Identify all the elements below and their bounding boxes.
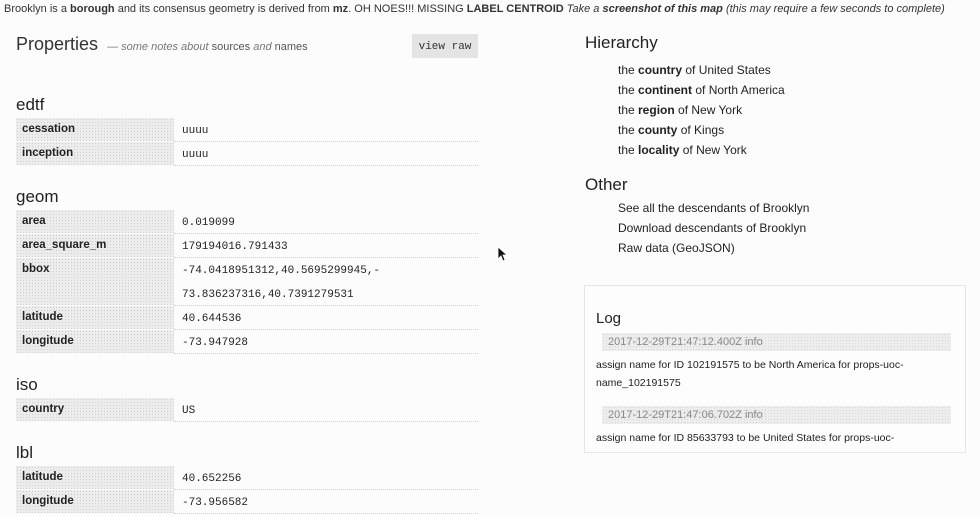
property-value: 0.019099: [174, 210, 478, 234]
property-value: US: [174, 398, 478, 422]
section-title-edtf: edtf: [16, 95, 45, 114]
download-descendants-link[interactable]: Download descendants of Brooklyn: [618, 218, 970, 238]
placetype: borough: [70, 3, 115, 15]
properties-header: Properties — some notes about sources an…: [16, 30, 478, 60]
log-entry: 2017-12-29T21:47:12.400Z info assign nam…: [596, 333, 951, 392]
hierarchy-item[interactable]: the locality of New York: [618, 140, 970, 160]
section-title-lbl: lbl: [16, 443, 34, 462]
hierarchy-item[interactable]: the continent of North America: [618, 80, 970, 100]
log-entry: 2017-12-29T21:47:06.702Z info assign nam…: [596, 406, 951, 447]
mouse-cursor-icon: [497, 246, 507, 262]
place-name: Brooklyn: [4, 3, 47, 15]
log-message: assign name for ID 85633793 to be United…: [596, 432, 895, 444]
properties-note: — some notes about sources and names: [107, 41, 308, 53]
property-value: -73.947928: [174, 330, 478, 354]
geometry-source: mz: [332, 3, 349, 15]
edtf-table: cessation uuuu inception uuuu: [16, 118, 478, 166]
summary-bar: Brooklyn is a borough and its consensus …: [4, 3, 945, 15]
properties-title: Properties: [16, 34, 99, 54]
property-value: -74.0418951312,40.5695299945,- 73.8362373…: [174, 258, 478, 306]
property-key: longitude: [16, 490, 174, 514]
property-value: uuuu: [174, 118, 478, 142]
other-list: See all the descendants of Brooklyn Down…: [585, 198, 970, 258]
property-value: 179194016.791433: [174, 234, 478, 258]
hierarchy-list: the country of United States the contine…: [585, 60, 970, 160]
section-title-geom: geom: [16, 187, 59, 206]
property-value: 40.652256: [174, 466, 478, 490]
sources-link[interactable]: sources: [212, 41, 251, 53]
raw-data-link[interactable]: Raw data (GeoJSON): [618, 238, 970, 258]
property-key: bbox: [16, 258, 174, 306]
property-key: latitude: [16, 306, 174, 330]
log-title: Log: [596, 310, 622, 327]
other-title: Other: [585, 175, 628, 194]
names-link[interactable]: names: [275, 41, 308, 53]
section-title-iso: iso: [16, 375, 38, 394]
property-key: area: [16, 210, 174, 234]
hierarchy-title: Hierarchy: [585, 33, 658, 52]
log-timestamp: 2017-12-29T21:47:12.400Z info: [602, 333, 951, 351]
property-key: cessation: [16, 118, 174, 142]
property-value: -73.956582: [174, 490, 478, 514]
sidebar-panel: Hierarchy the country of United States t…: [585, 30, 970, 258]
log-timestamp: 2017-12-29T21:47:06.702Z info: [602, 406, 951, 424]
missing-centroid-warning: LABEL CENTROID: [466, 3, 564, 15]
log-message: assign name for ID 102191575 to be North…: [596, 359, 904, 389]
lbl-table: latitude 40.652256 longitude -73.956582: [16, 466, 478, 514]
properties-panel: Properties — some notes about sources an…: [16, 30, 478, 514]
property-key: longitude: [16, 330, 174, 354]
log-panel[interactable]: Log 2017-12-29T21:47:12.400Z info assign…: [584, 285, 966, 453]
property-key: area_square_m: [16, 234, 174, 258]
property-value: uuuu: [174, 142, 478, 166]
hierarchy-item[interactable]: the region of New York: [618, 100, 970, 120]
property-value: 40.644536: [174, 306, 478, 330]
iso-table: country US: [16, 398, 478, 422]
hierarchy-item[interactable]: the country of United States: [618, 60, 970, 80]
property-key: latitude: [16, 466, 174, 490]
hierarchy-item[interactable]: the county of Kings: [618, 120, 970, 140]
property-key: inception: [16, 142, 174, 166]
descendants-link[interactable]: See all the descendants of Brooklyn: [618, 198, 970, 218]
screenshot-link[interactable]: screenshot of this map: [602, 3, 722, 15]
property-key: country: [16, 398, 174, 422]
geom-table: area 0.019099 area_square_m 179194016.79…: [16, 210, 478, 354]
view-raw-button[interactable]: view raw: [412, 34, 478, 58]
